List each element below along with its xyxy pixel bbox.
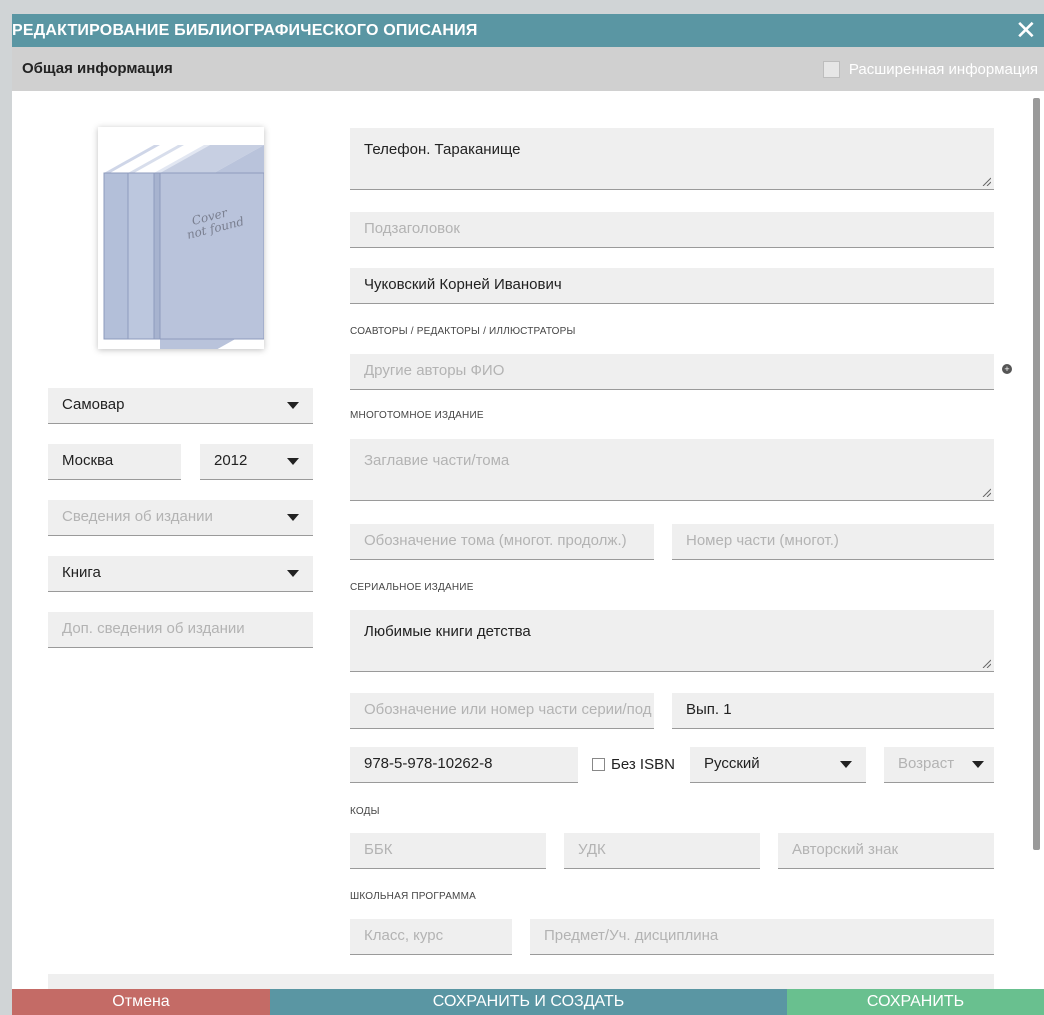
- age-select[interactable]: Возраст: [884, 747, 994, 783]
- author-mark-input[interactable]: Авторский знак: [778, 833, 994, 869]
- edit-bibliographic-dialog: РЕДАКТИРОВАНИЕ БИБЛИОГРАФИЧЕСКОГО ОПИСАН…: [12, 14, 1044, 1015]
- subtitle-input[interactable]: Подзаголовок: [350, 212, 994, 248]
- school-program-section-label: ШКОЛЬНАЯ ПРОГРАММА: [350, 891, 476, 902]
- tab-general-info[interactable]: Общая информация: [22, 47, 173, 91]
- chevron-down-icon: [287, 514, 299, 521]
- title-textarea[interactable]: Телефон. Тараканище: [350, 128, 994, 190]
- codes-section-label: КОДЫ: [350, 806, 380, 817]
- dialog-title: РЕДАКТИРОВАНИЕ БИБЛИОГРАФИЧЕСКОГО ОПИСАН…: [12, 22, 478, 39]
- volume-designation-input[interactable]: Обозначение тома (многот. продолж.): [350, 524, 654, 560]
- bbk-input[interactable]: ББК: [350, 833, 546, 869]
- age-placeholder: Возраст: [898, 755, 955, 772]
- doc-type-value: Книга: [62, 564, 101, 581]
- language-value: Русский: [704, 755, 760, 772]
- language-select[interactable]: Русский: [690, 747, 866, 783]
- chevron-down-icon: [972, 761, 984, 768]
- scrollbar[interactable]: [1033, 98, 1040, 850]
- multivolume-section-label: МНОГОТОМНОЕ ИЗДАНИЕ: [350, 410, 484, 421]
- close-icon[interactable]: ✕: [1012, 14, 1040, 47]
- annotation-field[interactable]: [48, 974, 994, 989]
- volume-title-textarea[interactable]: Заглавие части/тома: [350, 439, 994, 501]
- volume-title-placeholder: Заглавие части/тома: [364, 452, 510, 469]
- edition-info-placeholder: Сведения об издании: [62, 508, 213, 525]
- tab-bar: Общая информация Расширенная информация: [12, 47, 1044, 91]
- extended-info-toggle[interactable]: Расширенная информация: [822, 47, 1038, 91]
- serial-section-label: СЕРИАЛЬНОЕ ИЗДАНИЕ: [350, 582, 474, 593]
- cover-image[interactable]: Cover not found: [98, 127, 265, 351]
- chevron-down-icon: [840, 761, 852, 768]
- isbn-input[interactable]: 978-5-978-10262-8: [350, 747, 578, 783]
- chevron-down-icon: [287, 570, 299, 577]
- udk-input[interactable]: УДК: [564, 833, 760, 869]
- resize-grip-icon[interactable]: [982, 488, 991, 497]
- series-value: Любимые книги детства: [364, 623, 531, 640]
- chevron-down-icon: [287, 402, 299, 409]
- title-value: Телефон. Тараканище: [364, 141, 521, 158]
- year-value: 2012: [214, 452, 248, 469]
- save-button[interactable]: СОХРАНИТЬ: [787, 989, 1044, 1015]
- edition-info-select[interactable]: Сведения об издании: [48, 500, 313, 536]
- publisher-select[interactable]: Самовар: [48, 388, 313, 424]
- subject-input[interactable]: Предмет/Уч. дисциплина: [530, 919, 994, 955]
- add-coauthor-icon[interactable]: +: [1002, 364, 1012, 374]
- resize-grip-icon[interactable]: [982, 659, 991, 668]
- book-stack-placeholder-icon: Cover not found: [103, 145, 265, 351]
- extended-info-label: Расширенная информация: [848, 60, 1038, 78]
- year-select[interactable]: 2012: [200, 444, 313, 480]
- coauthors-input[interactable]: Другие авторы ФИО: [350, 354, 994, 390]
- author-input[interactable]: Чуковский Корней Иванович: [350, 268, 994, 304]
- series-part-input[interactable]: Обозначение или номер части серии/под: [350, 693, 654, 729]
- chevron-down-icon: [287, 458, 299, 465]
- no-isbn-label: Без ISBN: [611, 755, 675, 773]
- no-isbn-toggle[interactable]: Без ISBN: [592, 747, 675, 781]
- class-input[interactable]: Класс, курс: [350, 919, 512, 955]
- dialog-titlebar: РЕДАКТИРОВАНИЕ БИБЛИОГРАФИЧЕСКОГО ОПИСАН…: [12, 14, 1044, 47]
- save-and-create-button[interactable]: СОХРАНИТЬ И СОЗДАТЬ: [270, 989, 787, 1015]
- city-input[interactable]: Москва: [48, 444, 181, 480]
- extended-info-checkbox[interactable]: [822, 60, 840, 78]
- series-textarea[interactable]: Любимые книги детства: [350, 610, 994, 672]
- dialog-footer: Отмена СОХРАНИТЬ И СОЗДАТЬ СОХРАНИТЬ: [12, 989, 1044, 1015]
- resize-grip-icon[interactable]: [982, 177, 991, 186]
- extra-edition-info-input[interactable]: Доп. сведения об издании: [48, 612, 313, 648]
- publisher-value: Самовар: [62, 396, 125, 413]
- no-isbn-checkbox[interactable]: [592, 757, 605, 771]
- part-number-input[interactable]: Номер части (многот.): [672, 524, 994, 560]
- issue-input[interactable]: Вып. 1: [672, 693, 994, 729]
- coauthors-section-label: СОАВТОРЫ / РЕДАКТОРЫ / ИЛЛЮСТРАТОРЫ: [350, 326, 576, 337]
- cancel-button[interactable]: Отмена: [12, 989, 270, 1015]
- doc-type-select[interactable]: Книга: [48, 556, 313, 592]
